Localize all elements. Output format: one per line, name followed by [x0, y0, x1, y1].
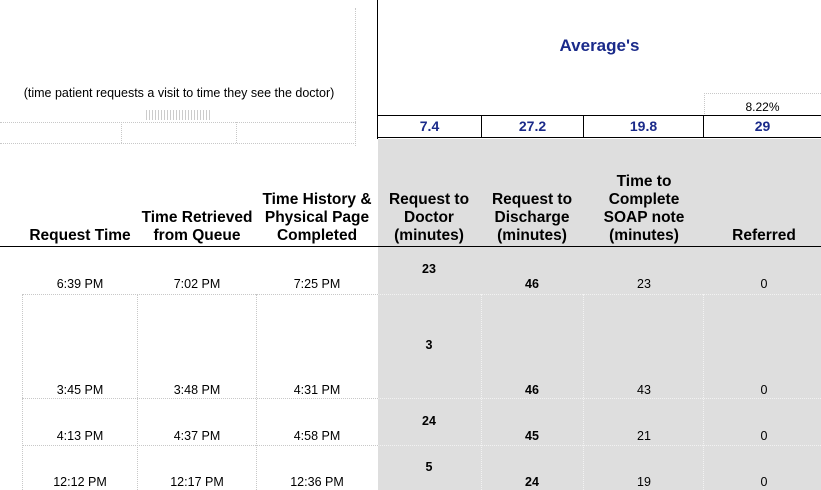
- gridline: [355, 8, 356, 146]
- avg-request-to-discharge: 27.2: [518, 118, 547, 134]
- table-cell: 12:36 PM: [290, 475, 344, 489]
- table-cell: 19: [637, 475, 651, 489]
- gridline: [703, 294, 704, 490]
- table-cell: 23: [637, 277, 651, 291]
- table-cell: 46: [525, 383, 539, 397]
- table-cell: 43: [637, 383, 651, 397]
- gridline: [378, 398, 821, 399]
- table-cell: 23: [422, 262, 436, 276]
- hatch-pattern: [146, 110, 212, 120]
- gridline: [22, 398, 378, 399]
- header-referred: Referred: [732, 227, 796, 244]
- gridline: [704, 93, 821, 94]
- table-cell: 0: [760, 383, 768, 397]
- gridline: [22, 294, 378, 295]
- note-text: (time patient requests a visit to time t…: [23, 86, 335, 100]
- header-request-to-doctor: Request to Doctor (minutes): [388, 191, 470, 244]
- table-cell: 7:25 PM: [293, 277, 341, 291]
- gridline: [22, 445, 378, 446]
- referred-percent: 8.22%: [745, 100, 780, 114]
- avg-row-border: [378, 137, 821, 138]
- header-time-retrieved: Time Retrieved from Queue: [141, 209, 253, 244]
- averages-title: Average's: [559, 36, 640, 55]
- gridline: [121, 122, 122, 143]
- avg-soap-time: 19.8: [629, 118, 658, 134]
- table-cell: 45: [525, 429, 539, 443]
- table-cell: 24: [525, 475, 539, 489]
- table-cell: 3:45 PM: [56, 383, 104, 397]
- gridline: [481, 294, 482, 490]
- table-cell: 5: [425, 460, 433, 474]
- avg-referred: 29: [754, 118, 771, 134]
- table-cell: 12:12 PM: [53, 475, 107, 489]
- avg-request-to-doctor: 7.4: [419, 118, 440, 134]
- header-request-time: Request Time: [29, 227, 131, 244]
- table-cell: 12:17 PM: [170, 475, 224, 489]
- table-cell: 4:37 PM: [173, 429, 221, 443]
- table-cell: 6:39 PM: [56, 277, 104, 291]
- table-cell: 7:02 PM: [173, 277, 221, 291]
- gridline: [378, 445, 821, 446]
- table-cell: 3: [425, 338, 433, 352]
- header-underline: [0, 246, 821, 247]
- table-cell: 0: [760, 429, 768, 443]
- table-cell: 4:31 PM: [293, 383, 341, 397]
- header-soap-time: Time to Complete SOAP note (minutes): [603, 173, 685, 244]
- table-cell: 21: [637, 429, 651, 443]
- table-cell: 4:58 PM: [293, 429, 341, 443]
- table-cell: 24: [422, 414, 436, 428]
- gridline: [236, 122, 237, 143]
- table-cell: 3:48 PM: [173, 383, 221, 397]
- gridline: [378, 294, 821, 295]
- table-cell: 4:13 PM: [56, 429, 104, 443]
- gridline: [583, 294, 584, 490]
- header-hp-completed: Time History & Physical Page Completed: [262, 191, 372, 244]
- gridline: [0, 122, 356, 123]
- gridline: [0, 143, 356, 144]
- table-cell: 0: [760, 475, 768, 489]
- header-request-to-discharge: Request to Discharge (minutes): [491, 191, 573, 244]
- table-cell: 0: [760, 277, 768, 291]
- table-cell: 46: [525, 277, 539, 291]
